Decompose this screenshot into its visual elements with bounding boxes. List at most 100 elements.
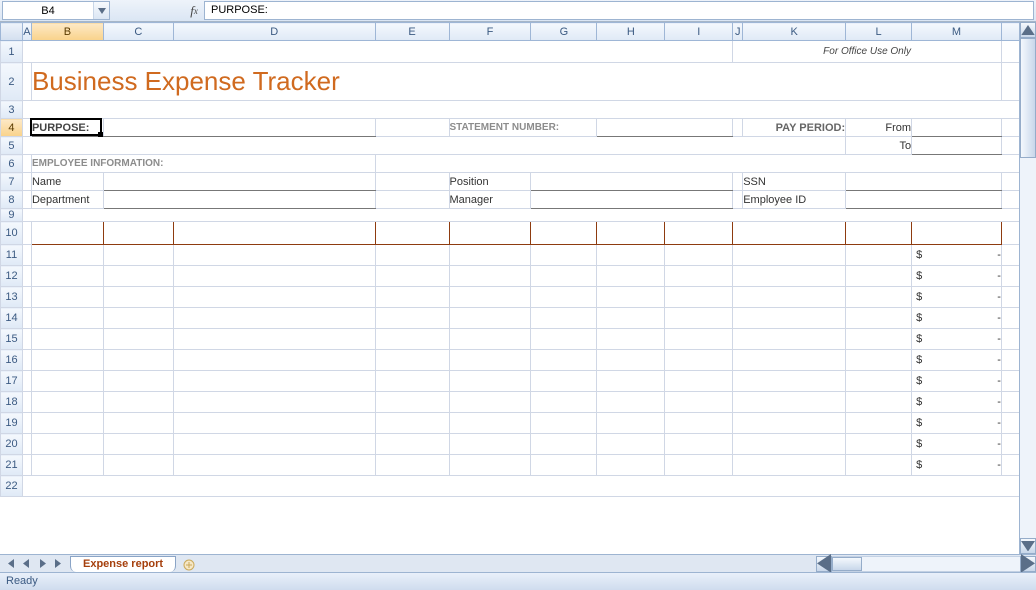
total-cell[interactable]: $-: [912, 371, 1002, 392]
row-header-9[interactable]: 9: [1, 209, 23, 222]
hscroll-track[interactable]: [832, 556, 1020, 572]
horizontal-scrollbar[interactable]: [816, 555, 1036, 572]
total-cell[interactable]: $-: [912, 287, 1002, 308]
total-cell[interactable]: $-: [912, 266, 1002, 287]
total-cell[interactable]: $-: [912, 455, 1002, 476]
row-header-13[interactable]: 13: [1, 287, 23, 308]
row-header-15[interactable]: 15: [1, 329, 23, 350]
row-header-22[interactable]: 22: [1, 476, 23, 497]
th-hotel: Hotel: [375, 222, 449, 245]
th-description: Description: [173, 222, 375, 245]
formula-bar[interactable]: PURPOSE:: [204, 1, 1034, 20]
tab-nav-last[interactable]: [50, 556, 66, 572]
row-header-6[interactable]: 6: [1, 155, 23, 173]
row-header-19[interactable]: 19: [1, 413, 23, 434]
statement-number-label: STATEMENT NUMBER:: [449, 119, 597, 137]
table-row[interactable]: [31, 266, 103, 287]
table-row[interactable]: [31, 329, 103, 350]
table-row[interactable]: [31, 455, 103, 476]
total-cell[interactable]: $-: [912, 245, 1002, 266]
vscroll-thumb[interactable]: [1020, 38, 1036, 158]
col-header-G[interactable]: G: [531, 23, 597, 41]
col-header-L[interactable]: L: [846, 23, 912, 41]
col-header-A[interactable]: A: [22, 23, 31, 41]
row-header-11[interactable]: 11: [1, 245, 23, 266]
col-header-F[interactable]: F: [449, 23, 531, 41]
row-header-14[interactable]: 14: [1, 308, 23, 329]
row-header-3[interactable]: 3: [1, 101, 23, 119]
col-header-D[interactable]: D: [173, 23, 375, 41]
table-row[interactable]: [31, 350, 103, 371]
col-header-I[interactable]: I: [665, 23, 733, 41]
scroll-right-button[interactable]: [1020, 556, 1036, 572]
col-header-E[interactable]: E: [375, 23, 449, 41]
row-header-8[interactable]: 8: [1, 191, 23, 209]
manager-value[interactable]: [531, 191, 733, 209]
row-header-17[interactable]: 17: [1, 371, 23, 392]
row-header-21[interactable]: 21: [1, 455, 23, 476]
name-label: Name: [31, 173, 103, 191]
name-value[interactable]: [103, 173, 375, 191]
sheet-tab-active[interactable]: Expense report: [70, 556, 176, 572]
purpose-value[interactable]: [103, 119, 375, 137]
th-fuel: Fuel: [531, 222, 597, 245]
table-row[interactable]: [31, 392, 103, 413]
statement-number-value[interactable]: [597, 119, 733, 137]
row-header-1[interactable]: 1: [1, 41, 23, 63]
vertical-scrollbar[interactable]: [1019, 22, 1036, 554]
table-row[interactable]: [31, 287, 103, 308]
row-header-10[interactable]: 10: [1, 222, 23, 245]
th-meals: Meals: [597, 222, 665, 245]
employee-id-value[interactable]: [846, 191, 1002, 209]
position-value[interactable]: [531, 173, 733, 191]
col-header-J[interactable]: J: [733, 23, 743, 41]
table-row[interactable]: [31, 434, 103, 455]
scroll-up-button[interactable]: [1020, 22, 1036, 38]
total-cell[interactable]: $-: [912, 329, 1002, 350]
col-header-K[interactable]: K: [743, 23, 846, 41]
total-cell[interactable]: $-: [912, 308, 1002, 329]
total-cell[interactable]: $-: [912, 434, 1002, 455]
new-sheet-button[interactable]: [178, 558, 200, 572]
table-row[interactable]: [31, 413, 103, 434]
pay-period-from-value[interactable]: [912, 119, 1002, 137]
row-header-5[interactable]: 5: [1, 137, 23, 155]
col-header-H[interactable]: H: [597, 23, 665, 41]
vscroll-track[interactable]: [1020, 38, 1036, 538]
tab-nav-first[interactable]: [2, 556, 18, 572]
hscroll-thumb[interactable]: [832, 557, 862, 571]
row-header-4[interactable]: 4: [1, 119, 23, 137]
row-header-20[interactable]: 20: [1, 434, 23, 455]
pay-period-to-value[interactable]: [912, 137, 1002, 155]
ssn-value[interactable]: [846, 173, 1002, 191]
name-box[interactable]: B4: [2, 1, 110, 20]
tab-nav-next[interactable]: [34, 556, 50, 572]
select-all-corner[interactable]: [1, 23, 23, 41]
col-header-M[interactable]: M: [912, 23, 1002, 41]
scroll-left-button[interactable]: [816, 556, 832, 572]
total-cell[interactable]: $-: [912, 392, 1002, 413]
table-row[interactable]: [31, 245, 103, 266]
row-header-16[interactable]: 16: [1, 350, 23, 371]
pay-period-to-label: To: [846, 137, 912, 155]
status-text: Ready: [6, 575, 38, 587]
tab-nav-prev[interactable]: [18, 556, 34, 572]
purpose-label[interactable]: PURPOSE:: [31, 119, 103, 137]
row-header-7[interactable]: 7: [1, 173, 23, 191]
table-row[interactable]: [31, 308, 103, 329]
cell[interactable]: [22, 41, 732, 63]
col-header-C[interactable]: C: [103, 23, 173, 41]
table-row[interactable]: [31, 371, 103, 392]
total-cell[interactable]: $-: [912, 350, 1002, 371]
col-header-B[interactable]: B: [31, 23, 103, 41]
spreadsheet-grid[interactable]: A B C D E F G H I J K L M 1 For Office U…: [0, 22, 1036, 554]
fx-icon[interactable]: fx: [184, 0, 204, 21]
department-value[interactable]: [103, 191, 375, 209]
row-header-12[interactable]: 12: [1, 266, 23, 287]
scroll-down-button[interactable]: [1020, 538, 1036, 554]
pay-period-from-label: From: [846, 119, 912, 137]
row-header-18[interactable]: 18: [1, 392, 23, 413]
total-cell[interactable]: $-: [912, 413, 1002, 434]
name-box-dropdown[interactable]: [93, 2, 109, 19]
row-header-2[interactable]: 2: [1, 63, 23, 101]
